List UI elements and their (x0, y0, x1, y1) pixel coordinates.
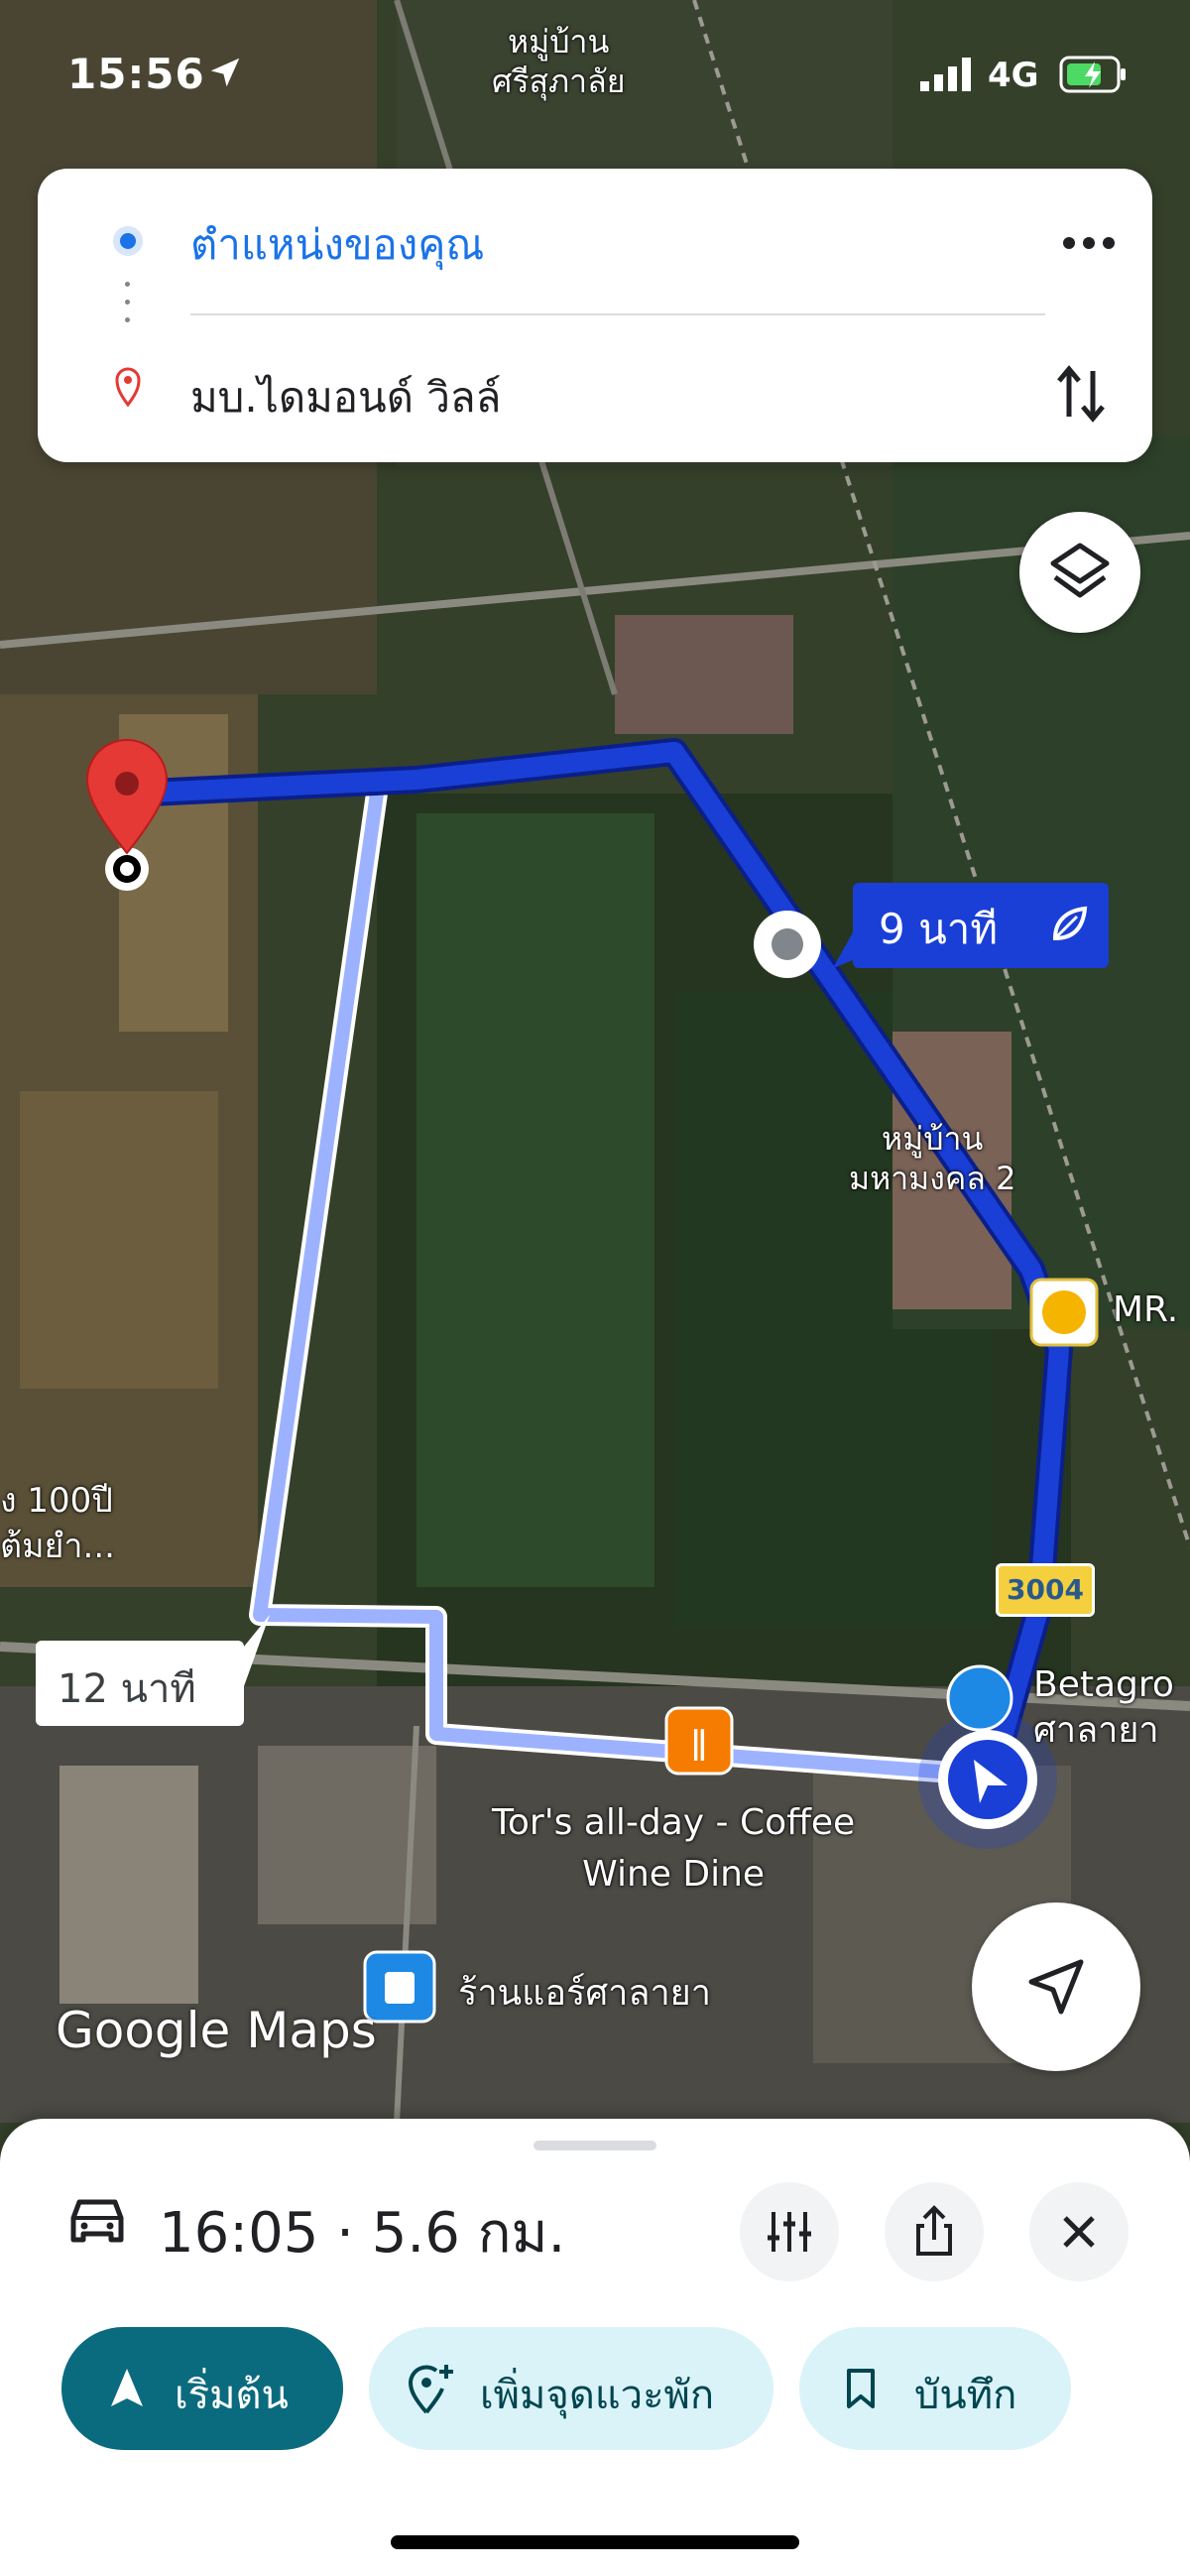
network-type: 4G (988, 56, 1039, 95)
start-label: เริ่มต้น (175, 2373, 289, 2418)
recenter-button[interactable] (972, 1902, 1140, 2071)
bookmark-icon (847, 2369, 875, 2408)
directions-card: ตำแหน่งของคุณ มบ.ไดมอนด์ วิลล์ (38, 169, 1152, 462)
layers-icon (1050, 543, 1110, 598)
destination-field[interactable]: มบ.ไดมอนด์ วิลล์ (190, 365, 501, 430)
map-label-tors: Tor's all-day - Coffee Wine Dine (492, 1802, 856, 1895)
map-label-air-shop: ร้านแอร์ศาลายา (458, 1973, 711, 2014)
navigation-icon (111, 2369, 143, 2406)
map-label-left-partial: ง 100ปี ต้มยำ... (0, 1481, 115, 1566)
add-stop-icon (408, 2365, 453, 2414)
route-time-callout-alternate[interactable]: 12 นาที (36, 1641, 244, 1726)
close-icon (1063, 2216, 1095, 2248)
home-indicator[interactable] (391, 2535, 799, 2549)
route-summary: 16:05 · 5.6 กม. (159, 2201, 566, 2266)
navigation-arrow-icon (1028, 1959, 1084, 2015)
route-bottom-sheet: 16:05 · 5.6 กม. เริ่มต้น เพิ่มจุดแวะพัก … (0, 2119, 1190, 2576)
signal-icon (920, 58, 971, 91)
google-maps-logo: Google Maps (56, 2002, 377, 2059)
road-number-badge: 3004 (996, 1563, 1095, 1617)
route-options-button[interactable] (740, 2182, 839, 2281)
close-button[interactable] (1029, 2182, 1129, 2281)
share-button[interactable] (885, 2182, 984, 2281)
share-icon (916, 2205, 952, 2256)
field-divider (190, 313, 1045, 315)
location-arrow-icon (210, 58, 240, 87)
map-label-betagro: Betagro ศาลายา (1033, 1664, 1174, 1751)
route-dots-connector (125, 282, 131, 341)
map-label-village-mid: หมู่บ้าน มหามงคล 2 (849, 1120, 1016, 1197)
tune-icon (768, 2212, 811, 2252)
sheet-drag-handle[interactable] (534, 2141, 656, 2150)
add-stop-label: เพิ่มจุดแวะพัก (480, 2373, 715, 2418)
more-options-icon[interactable] (1049, 218, 1129, 268)
svg-text:ǁ: ǁ (691, 1723, 708, 1763)
origin-field[interactable]: ตำแหน่งของคุณ (190, 212, 484, 278)
destination-pin-icon (115, 367, 141, 407)
map-label-village-top: หมู่บ้าน ศรีสุภาลัย (492, 23, 626, 100)
battery-charging-icon (1059, 56, 1126, 93)
start-navigation-button[interactable]: เริ่มต้น (61, 2327, 343, 2450)
route-time-callout-primary[interactable]: 9 นาที (853, 883, 1109, 968)
eco-leaf-icon (1052, 906, 1088, 941)
save-label: บันทึก (914, 2373, 1017, 2418)
route-time-alternate: 12 นาที (58, 1666, 196, 1712)
map-label-mr: MR. (1113, 1289, 1179, 1330)
add-stop-button[interactable]: เพิ่มจุดแวะพัก (369, 2327, 774, 2450)
status-time: 15:56 (67, 50, 205, 98)
swap-directions-icon[interactable] (1051, 357, 1111, 430)
origin-dot-icon (113, 226, 143, 256)
save-route-button[interactable]: บันทึก (799, 2327, 1071, 2450)
layers-button[interactable] (1019, 512, 1140, 633)
route-time-primary: 9 นาที (879, 905, 999, 953)
car-icon (70, 2199, 124, 2243)
